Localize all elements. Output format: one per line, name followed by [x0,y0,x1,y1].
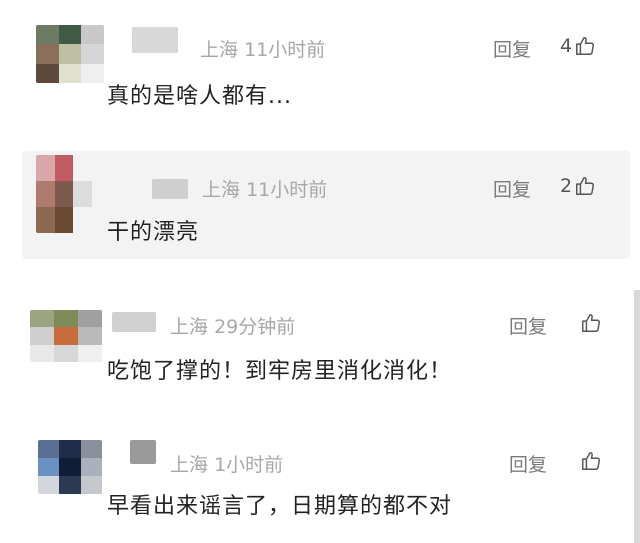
reply-button[interactable]: 回复 [493,35,531,62]
comment-meta: 上海 11小时前 [200,35,325,62]
avatar-cell [36,44,59,64]
scrollbar[interactable] [634,290,640,543]
avatar-cell [36,155,55,181]
avatar-cell [73,181,92,207]
location-label: 上海 [202,179,241,201]
avatar-cell [54,310,78,328]
avatar-cell [78,310,102,328]
location-label: 上海 [170,316,209,338]
avatar-cell [59,440,81,458]
location-label: 上海 [200,39,239,61]
comment-item: 上海 29分钟前 回复 吃饱了撑的！到牢房里消化消化！ [0,290,640,420]
avatar-cell [58,63,82,83]
avatar-cell [54,344,78,362]
avatar-cell [54,155,74,181]
comment-meta: 上海 11小时前 [202,175,327,202]
avatar[interactable] [30,310,102,362]
comment-item-highlighted: 上海 11小时前 回复 2 干的漂亮 [22,151,630,259]
avatar-cell [73,207,92,233]
like-count: 4 [560,35,573,57]
avatar-cell [78,327,102,345]
avatar-cell [38,458,60,476]
avatar-cell [38,440,60,458]
reply-button[interactable]: 回复 [493,175,531,202]
avatar-cell [30,344,54,362]
like-button[interactable] [578,450,602,472]
avatar-cell [81,63,104,83]
like-button[interactable]: 4 [560,35,596,57]
avatar-cell [73,155,92,181]
comment-meta: 上海 29分钟前 [170,312,295,339]
avatar-cell [58,44,82,64]
avatar-cell [36,181,55,207]
avatar-cell [38,476,60,494]
time-label: 11小时前 [244,39,326,61]
thumbs-up-icon [576,37,595,55]
comment-text: 干的漂亮 [107,220,200,245]
username-blurred[interactable] [152,179,188,199]
reply-button[interactable]: 回复 [509,312,547,339]
avatar-cell [36,63,59,83]
comment-item: 上海 11小时前 回复 4 真的是啥人都有... [0,0,640,140]
thumbs-up-icon [582,452,600,470]
avatar-cell [80,458,102,476]
time-label: 11小时前 [246,179,328,201]
avatar-cell [54,327,78,345]
comment-text: 早看出来谣言了，日期算的都不对 [107,494,453,519]
avatar[interactable] [36,25,104,83]
username-blurred[interactable] [112,312,156,332]
thumbs-up-icon [582,314,600,332]
comment-text: 吃饱了撑的！到牢房里消化消化！ [107,359,453,384]
comment-meta: 上海 1小时前 [170,450,283,477]
time-label: 29分钟前 [214,316,296,338]
avatar-cell [59,458,81,476]
time-label: 1小时前 [214,454,284,476]
avatar-cell [36,207,55,233]
avatar[interactable] [38,440,102,494]
like-button[interactable]: 2 [560,175,596,197]
reply-button[interactable]: 回复 [509,450,547,477]
avatar-cell [80,440,102,458]
like-button[interactable] [578,312,602,334]
avatar-cell [58,25,82,45]
avatar-cell [54,207,74,233]
username-blurred[interactable] [132,27,178,53]
thumbs-up-icon [576,177,595,195]
avatar[interactable] [36,155,92,233]
avatar-cell [30,310,54,328]
avatar-cell [81,44,104,64]
comment-text: 真的是啥人都有... [107,84,292,109]
comment-item: 上海 1小时前 回复 早看出来谣言了，日期算的都不对 [0,420,640,543]
avatar-cell [81,25,104,45]
avatar-cell [54,181,74,207]
location-label: 上海 [170,454,209,476]
username-blurred[interactable] [130,440,156,464]
avatar-cell [30,327,54,345]
avatar-cell [59,476,81,494]
avatar-cell [36,25,59,45]
avatar-cell [80,476,102,494]
avatar-cell [78,344,102,362]
like-count: 2 [560,175,573,197]
